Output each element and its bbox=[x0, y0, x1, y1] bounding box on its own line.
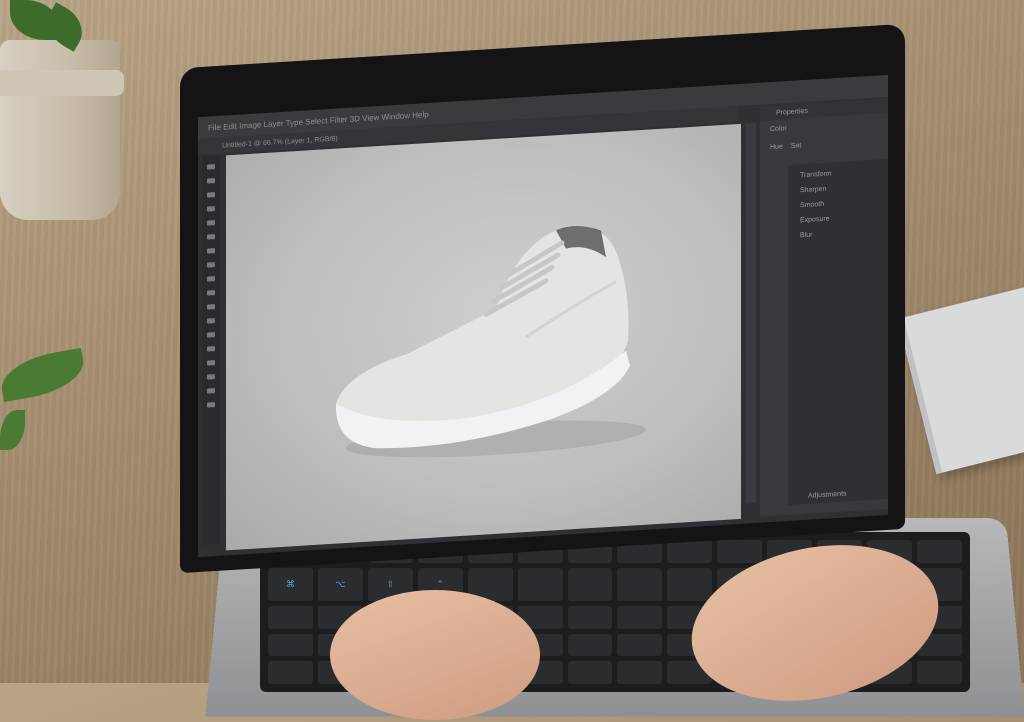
tool-icon[interactable] bbox=[207, 276, 215, 282]
keyboard-key[interactable] bbox=[917, 540, 962, 563]
keyboard-key[interactable]: ⌥ bbox=[317, 567, 363, 602]
adjustments-list[interactable]: Transform Sharpen Smooth Exposure Blur A… bbox=[788, 158, 888, 506]
tool-icon[interactable] bbox=[207, 402, 215, 408]
keyboard-key[interactable] bbox=[567, 633, 613, 657]
tool-icon[interactable] bbox=[207, 374, 215, 380]
keyboard-key[interactable] bbox=[617, 567, 663, 602]
document-tab-label: Untitled-1 @ 66.7% (Layer 1, RGB/8) bbox=[222, 135, 338, 150]
keyboard-key[interactable] bbox=[268, 606, 313, 629]
tool-icon[interactable] bbox=[207, 248, 215, 254]
laptop-screen: File Edit Image Layer Type Select Filter… bbox=[198, 74, 888, 558]
properties-panel[interactable]: Properties Color Hue Sat Transform Sharp… bbox=[760, 98, 888, 517]
keyboard-key[interactable]: ⌘ bbox=[268, 567, 313, 602]
hue-label: Hue bbox=[770, 143, 783, 152]
tool-icon[interactable] bbox=[207, 388, 215, 394]
left-hand bbox=[330, 590, 540, 720]
tool-icon[interactable] bbox=[207, 192, 215, 198]
keyboard-key[interactable] bbox=[717, 540, 763, 563]
tool-icon[interactable] bbox=[207, 360, 215, 366]
keyboard-key[interactable] bbox=[268, 633, 313, 657]
tool-icon[interactable] bbox=[207, 332, 215, 338]
keyboard-key[interactable] bbox=[667, 540, 713, 563]
plant-pot bbox=[0, 40, 124, 220]
vertical-scrollbar[interactable] bbox=[746, 122, 756, 504]
keyboard-key[interactable] bbox=[517, 567, 563, 602]
tool-icon[interactable] bbox=[207, 206, 215, 212]
document-canvas[interactable] bbox=[226, 123, 741, 551]
tool-icon[interactable] bbox=[207, 304, 215, 310]
keyboard-key[interactable] bbox=[567, 606, 613, 629]
keyboard-key[interactable] bbox=[617, 661, 663, 684]
saturation-label: Sat bbox=[790, 142, 802, 150]
keyboard-key[interactable] bbox=[667, 567, 713, 602]
keyboard-key[interactable] bbox=[617, 633, 663, 657]
tool-icon[interactable] bbox=[207, 290, 215, 296]
keyboard-key[interactable] bbox=[617, 606, 663, 629]
keyboard-key[interactable] bbox=[268, 661, 313, 684]
panel-footer: Adjustments bbox=[808, 490, 847, 500]
tools-panel[interactable] bbox=[202, 155, 220, 545]
tool-icon[interactable] bbox=[207, 262, 215, 268]
tool-icon[interactable] bbox=[207, 178, 215, 184]
sneaker-image bbox=[335, 226, 646, 458]
pot-rim bbox=[0, 70, 124, 96]
keyboard-key[interactable] bbox=[567, 661, 613, 684]
keyboard-key[interactable] bbox=[917, 661, 962, 684]
tool-icon[interactable] bbox=[207, 164, 215, 170]
tool-icon[interactable] bbox=[207, 234, 215, 240]
tool-icon[interactable] bbox=[207, 318, 215, 324]
tool-icon[interactable] bbox=[207, 346, 215, 352]
tool-icon[interactable] bbox=[207, 220, 215, 226]
keyboard-key[interactable] bbox=[567, 567, 613, 602]
